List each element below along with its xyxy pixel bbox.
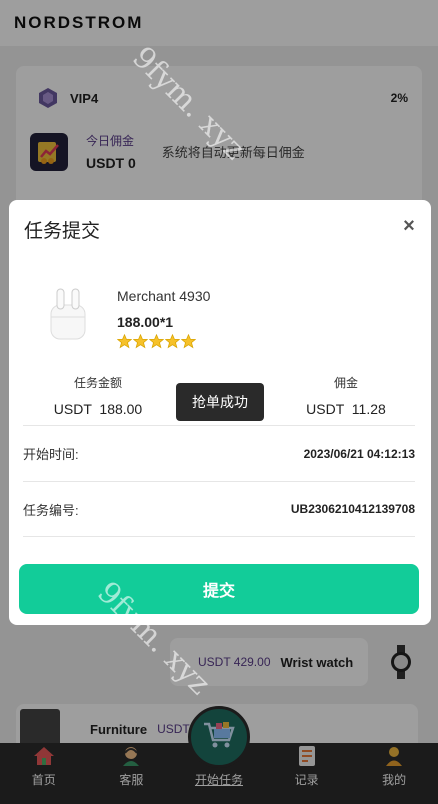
task-amount: 任务金额 USDT 188.00 — [47, 374, 149, 417]
price-quantity: 188.00*1 — [117, 314, 174, 330]
submit-button[interactable]: 提交 — [19, 564, 419, 614]
task-submit-dialog: 任务提交 × Merchant 4930 188.00*1 任务金额 USDT … — [9, 200, 431, 625]
start-time-value: 2023/06/21 04:12:13 — [303, 446, 415, 461]
merchant-name: Merchant 4930 — [117, 288, 211, 304]
dialog-title: 任务提交 — [24, 221, 101, 242]
airpods-product-image — [39, 282, 97, 346]
star-icon — [117, 334, 132, 349]
task-commission-label: 佣金 — [333, 376, 358, 390]
star-icon — [133, 334, 148, 349]
success-toast: 抢单成功 — [176, 383, 264, 421]
task-commission-value: USDT 11.28 — [306, 401, 386, 417]
start-time-label: 开始时间: — [23, 447, 79, 462]
star-icon — [181, 334, 196, 349]
task-number-row: 任务编号: UB2306210412139708 — [23, 481, 415, 537]
task-number-value: UB2306210412139708 — [290, 502, 415, 516]
task-number-label: 任务编号: — [23, 502, 79, 518]
task-amount-label: 任务金额 — [73, 376, 122, 390]
task-amount-value: USDT 188.00 — [53, 401, 143, 417]
star-icon — [149, 334, 164, 349]
rating-stars — [117, 334, 210, 349]
task-commission: 佣金 USDT 11.28 — [301, 374, 391, 417]
product-summary: Merchant 4930 188.00*1 — [39, 282, 210, 349]
star-icon — [165, 334, 180, 349]
close-icon[interactable]: × — [401, 216, 417, 236]
start-time-row: 开始时间: 2023/06/21 04:12:13 — [23, 425, 415, 481]
